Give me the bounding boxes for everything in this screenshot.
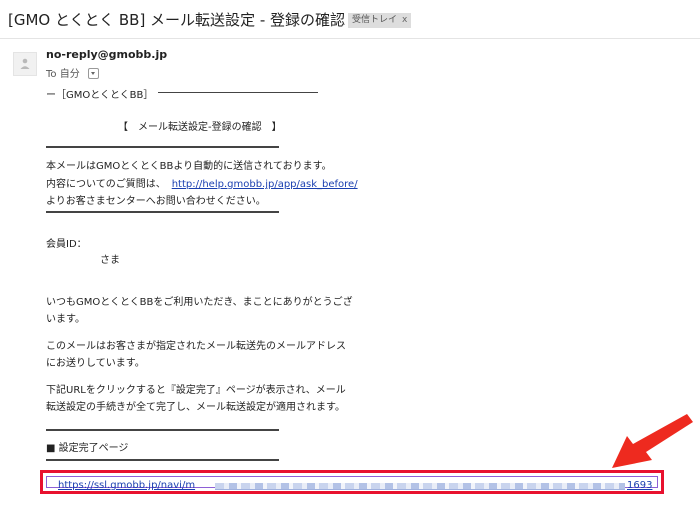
separator-4: [46, 459, 279, 461]
confirm-url-end[interactable]: 1693: [627, 480, 652, 491]
inbox-label-chip[interactable]: 受信トレイ x: [348, 13, 412, 28]
intro-line-2-prefix: 内容についてのご質問は、: [46, 179, 166, 190]
email-header: [GMO とくとく BB] メール転送設定 - 登録の確認 受信トレイ x: [0, 0, 700, 36]
notice-line-2: にお送りしています。: [46, 358, 145, 369]
thanks-line-1: いつもGMOとくとくBBをご利用いただき、まことにありがとうござ: [46, 297, 353, 308]
email-subject: [GMO とくとく BB] メール転送設定 - 登録の確認: [8, 11, 346, 29]
url-redaction: [215, 483, 625, 490]
confirm-url-highlight: https://ssl.gmobb.jp/navi/m 1693: [40, 470, 664, 494]
help-link[interactable]: http://help.gmobb.jp/app/ask_before/: [172, 179, 358, 190]
to-recipient: 自分: [59, 69, 80, 80]
section-label: ■ 設定完了ページ: [46, 443, 129, 454]
instruction-line-1: 下記URLをクリックすると『設定完了』ページが表示され、メール: [46, 385, 346, 396]
header-divider: [0, 38, 700, 39]
label-chip-text: 受信トレイ: [352, 15, 398, 25]
instruction-line-2: 転送設定の手続きが全て完了し、メール転送設定が適用されます。: [46, 402, 345, 413]
confirm-url-start[interactable]: https://ssl.gmobb.jp/navi/m: [58, 480, 195, 491]
intro-line-3: よりお客さまセンターへお問い合わせください。: [46, 196, 266, 207]
remove-label-button[interactable]: x: [402, 15, 407, 25]
sender-avatar: [13, 52, 37, 76]
chevron-down-icon[interactable]: [87, 67, 99, 79]
intro-line-1: 本メールはGMOとくとくBBより自動的に送信されております。: [46, 161, 332, 172]
confirm-url-link[interactable]: https://ssl.gmobb.jp/navi/m 1693: [46, 476, 658, 491]
thanks-line-2: います。: [46, 314, 85, 325]
separator-3: [46, 429, 279, 431]
notice-line-1: このメールはお客さまが指定されたメール転送先のメールアドレス: [46, 341, 346, 352]
header-rule: [158, 92, 318, 93]
sender-address[interactable]: no-reply@gmobb.jp: [46, 48, 167, 61]
person-silhouette-icon: [20, 58, 30, 69]
body-title: 【 メール転送設定-登録の確認 】: [118, 122, 282, 133]
recipient-line: To 自分: [46, 65, 99, 80]
separator-1: [46, 146, 279, 148]
intro-line-2: 内容についてのご質問は、 http://help.gmobb.jp/app/ask…: [46, 175, 358, 190]
arrow-pointer-icon: [612, 414, 693, 468]
to-prefix: To: [46, 69, 57, 80]
separator-2: [46, 211, 279, 213]
member-id-label: 会員ID：: [46, 239, 87, 250]
honorific: さま: [100, 255, 120, 266]
body-header-text: ー［GMOとくとくBB］: [46, 90, 154, 101]
